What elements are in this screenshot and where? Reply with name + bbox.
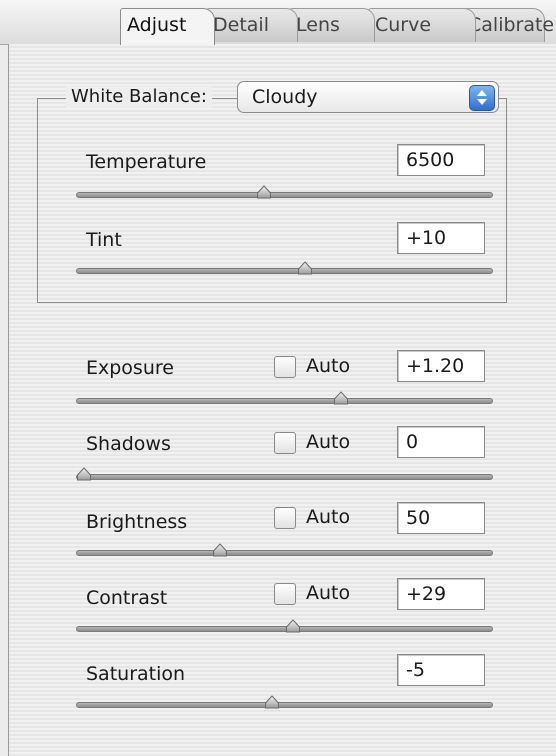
tab-curve-label: Curve [375, 14, 432, 36]
tab-detail-label: Detail [213, 14, 269, 36]
tab-lens[interactable]: Lens [289, 8, 375, 42]
saturation-field[interactable]: -5 [397, 654, 485, 686]
white-balance-value: Cloudy [252, 86, 318, 108]
contrast-auto-checkbox[interactable] [274, 583, 296, 605]
contrast-auto-label: Auto [306, 582, 351, 604]
exposure-auto-label: Auto [306, 355, 351, 377]
exposure-label: Exposure [86, 357, 174, 379]
white-balance-label: White Balance: [66, 86, 212, 108]
tint-slider-thumb[interactable] [297, 261, 313, 275]
shadows-auto-checkbox[interactable] [274, 432, 296, 454]
brightness-auto-checkbox[interactable] [274, 507, 296, 529]
contrast-field[interactable]: +29 [397, 578, 485, 610]
temperature-slider-thumb[interactable] [256, 185, 272, 199]
white-balance-select[interactable]: Cloudy [237, 81, 499, 113]
tint-label: Tint [86, 229, 122, 251]
camera-raw-adjust-panel: Calibrate Curve Lens Detail Adjust White… [0, 0, 556, 756]
brightness-label: Brightness [86, 511, 188, 533]
exposure-slider-thumb[interactable] [333, 391, 349, 405]
tint-field[interactable]: +10 [397, 222, 485, 254]
temperature-field[interactable]: 6500 [397, 144, 485, 176]
exposure-field[interactable]: +1.20 [397, 350, 485, 382]
tab-lens-label: Lens [296, 14, 340, 36]
shadows-field[interactable]: 0 [397, 426, 485, 458]
saturation-slider-track[interactable] [76, 702, 493, 708]
tint-slider-track[interactable] [76, 268, 493, 274]
shadows-slider-thumb[interactable] [76, 467, 92, 481]
shadows-label: Shadows [86, 433, 171, 455]
shadows-auto-label: Auto [306, 431, 351, 453]
contrast-slider-thumb[interactable] [285, 619, 301, 633]
temperature-label: Temperature [86, 151, 207, 173]
exposure-auto-checkbox[interactable] [274, 356, 296, 378]
tab-calibrate-label: Calibrate [468, 14, 555, 36]
brightness-auto-label: Auto [306, 506, 351, 528]
saturation-slider-thumb[interactable] [264, 695, 280, 709]
brightness-slider-track[interactable] [76, 550, 493, 556]
tab-curve[interactable]: Curve [368, 8, 476, 42]
saturation-label: Saturation [86, 663, 186, 685]
tab-bar: Calibrate Curve Lens Detail Adjust [0, 0, 556, 45]
shadows-slider-track[interactable] [76, 474, 493, 480]
brightness-field[interactable]: 50 [397, 502, 485, 534]
temperature-slider-track[interactable] [76, 192, 493, 198]
exposure-slider-track[interactable] [76, 398, 493, 404]
popup-stepper-icon [469, 85, 495, 111]
brightness-slider-thumb[interactable] [212, 543, 228, 557]
contrast-label: Contrast [86, 587, 168, 609]
tab-adjust-label: Adjust [127, 14, 187, 36]
tab-detail[interactable]: Detail [206, 8, 298, 42]
tab-adjust[interactable]: Adjust [120, 8, 215, 45]
